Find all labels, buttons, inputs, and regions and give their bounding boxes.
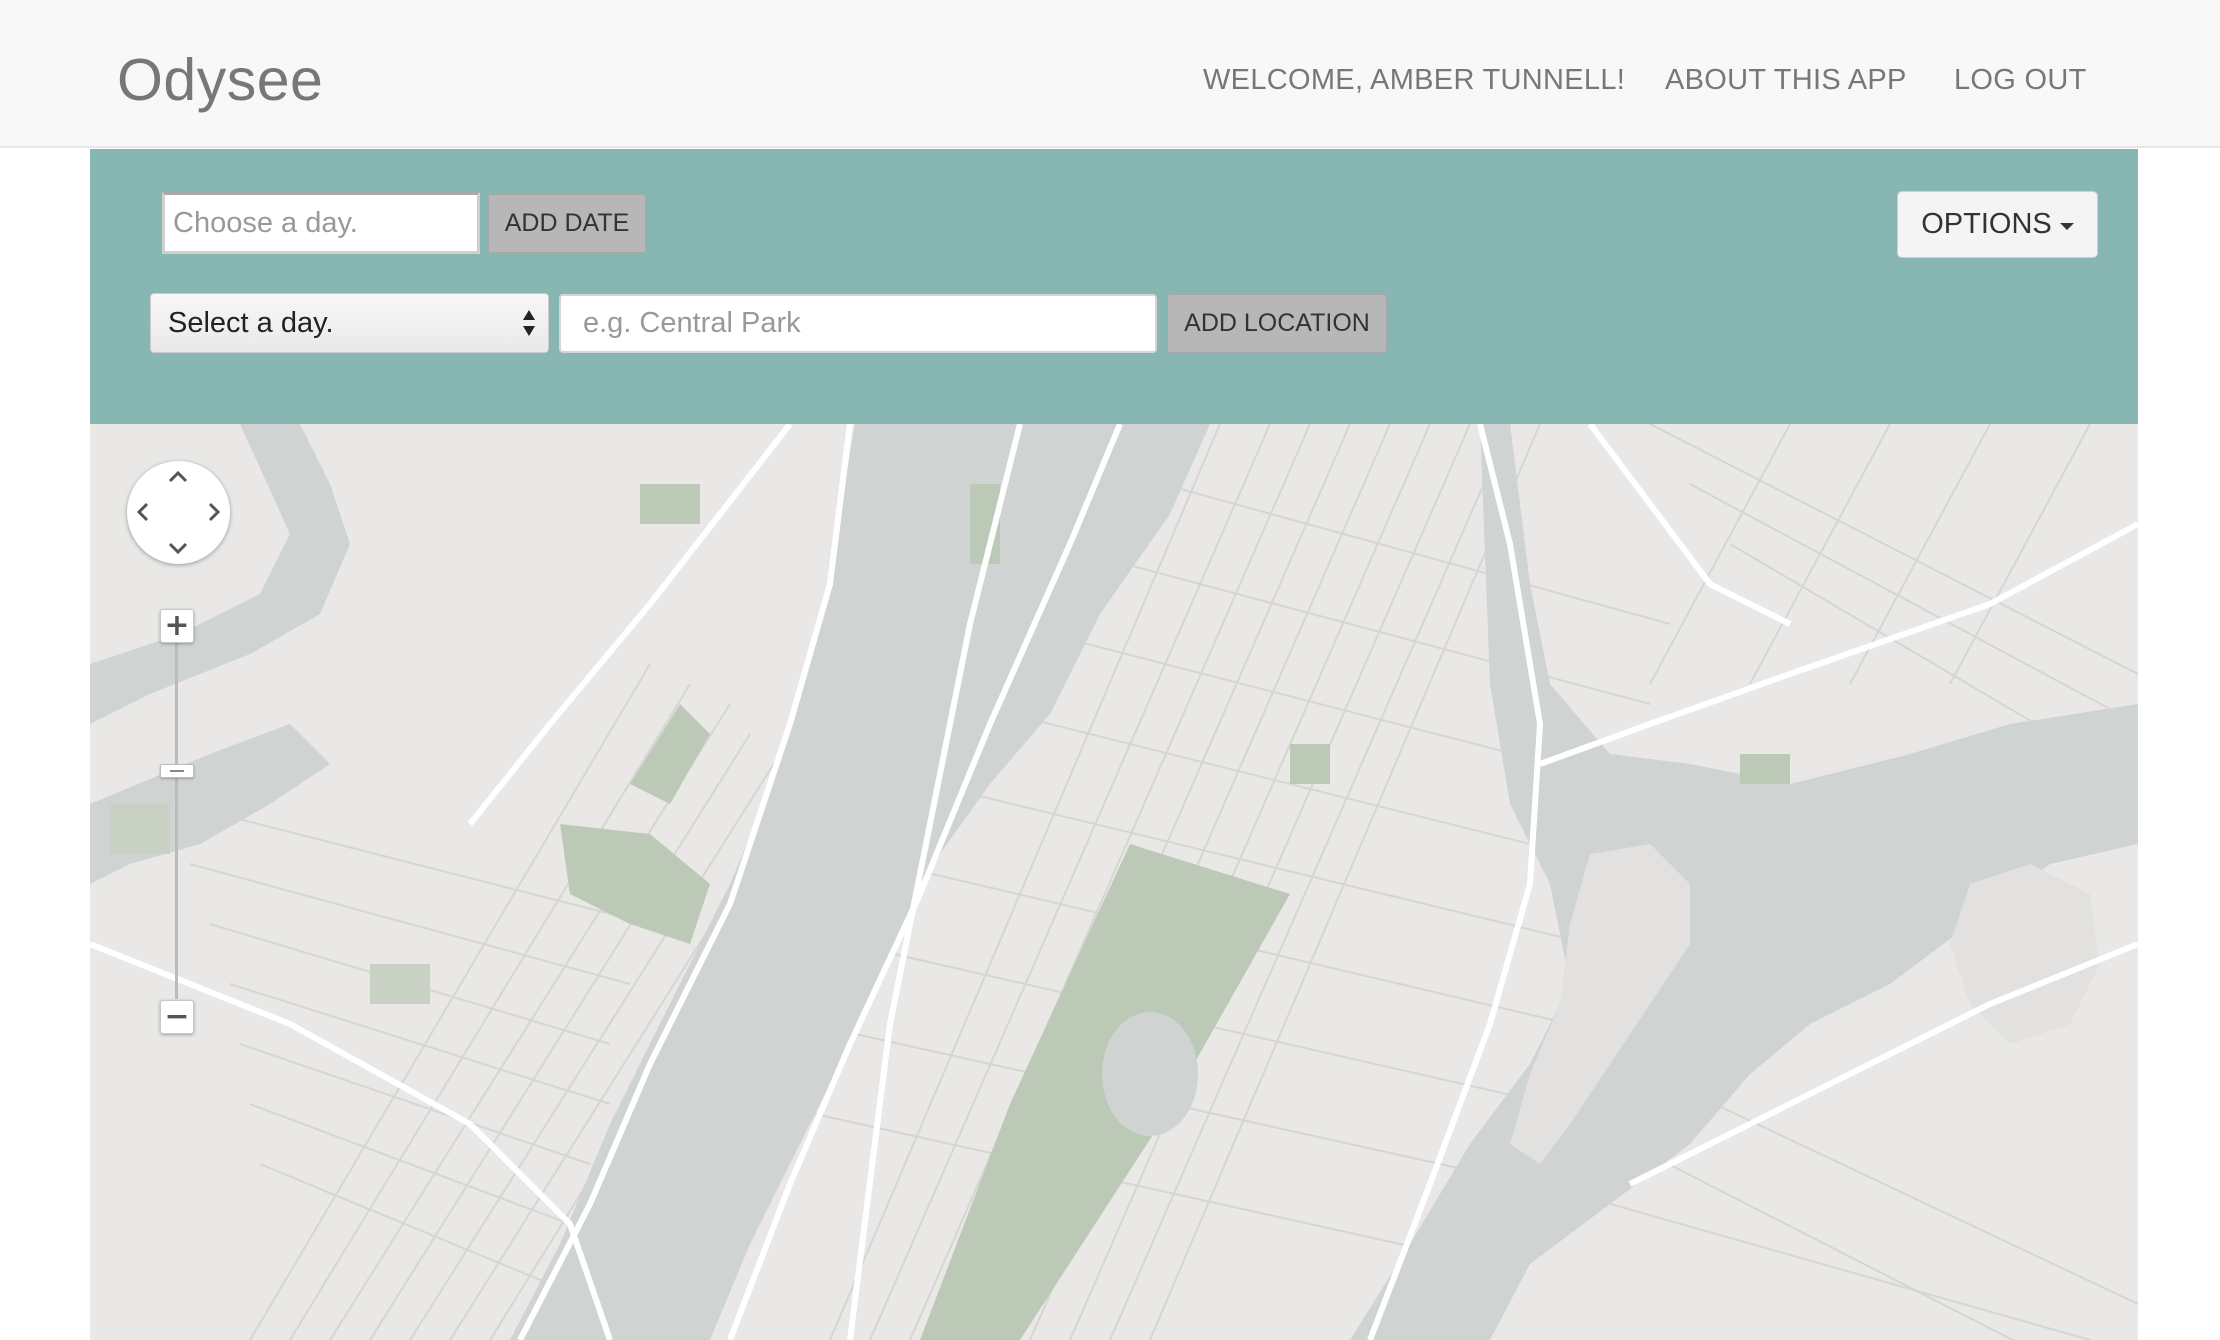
map-view[interactable]: + −	[90, 424, 2138, 1340]
date-input[interactable]	[162, 192, 480, 254]
zoom-out-button[interactable]: −	[160, 1000, 194, 1034]
top-navbar: Odysee WELCOME, AMBER TUNNELL! ABOUT THI…	[0, 0, 2220, 148]
day-select-value: Select a day.	[168, 306, 334, 339]
pan-arrows-icon	[136, 470, 221, 555]
select-arrows-icon	[523, 310, 535, 336]
location-input[interactable]	[559, 294, 1157, 353]
controls-panel: ADD DATE Select a day. ADD LOCATION OPTI…	[90, 149, 2138, 424]
add-location-button[interactable]: ADD LOCATION	[1167, 294, 1387, 353]
zoom-slider-track[interactable]	[175, 611, 178, 999]
map-tiles[interactable]	[90, 424, 2138, 1340]
add-date-button[interactable]: ADD DATE	[488, 194, 646, 253]
caret-down-icon	[2059, 222, 2074, 230]
options-label: OPTIONS	[1921, 208, 2052, 240]
options-dropdown-button[interactable]: OPTIONS	[1897, 191, 2098, 258]
day-select[interactable]: Select a day.	[150, 293, 549, 353]
nav-welcome-user[interactable]: WELCOME, AMBER TUNNELL!	[1203, 64, 1625, 97]
zoom-slider-handle[interactable]	[160, 764, 194, 778]
brand-logo[interactable]: Odysee	[117, 46, 323, 114]
nav-about-app[interactable]: ABOUT THIS APP	[1665, 64, 1907, 97]
map-pan-control[interactable]	[127, 461, 230, 564]
nav-log-out[interactable]: LOG OUT	[1954, 64, 2087, 97]
zoom-in-button[interactable]: +	[160, 609, 194, 643]
